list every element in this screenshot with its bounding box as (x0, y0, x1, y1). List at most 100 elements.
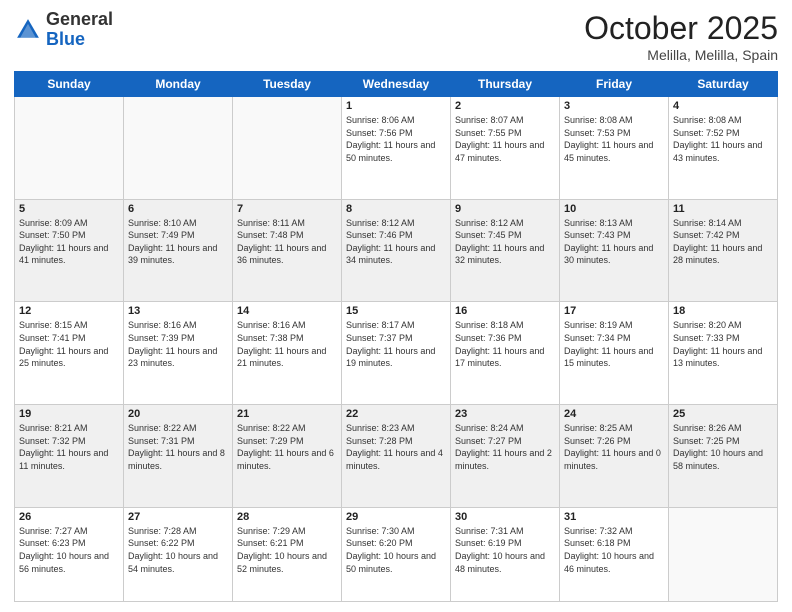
day-number: 2 (455, 100, 555, 112)
table-row: 2 Sunrise: 8:07 AM Sunset: 7:55 PM Daylig… (451, 97, 560, 200)
day-number: 3 (564, 100, 664, 112)
col-saturday: Saturday (669, 72, 778, 97)
calendar-week-row: 5 Sunrise: 8:09 AM Sunset: 7:50 PM Daylig… (15, 199, 778, 302)
logo-blue: Blue (46, 29, 85, 49)
cell-info: Sunrise: 7:28 AM Sunset: 6:22 PM Dayligh… (128, 525, 228, 575)
cell-info: Sunrise: 8:19 AM Sunset: 7:34 PM Dayligh… (564, 319, 664, 369)
day-number: 26 (19, 511, 119, 523)
table-row: 5 Sunrise: 8:09 AM Sunset: 7:50 PM Daylig… (15, 199, 124, 302)
day-number: 11 (673, 203, 773, 215)
day-number: 7 (237, 203, 337, 215)
day-number: 6 (128, 203, 228, 215)
cell-info: Sunrise: 8:20 AM Sunset: 7:33 PM Dayligh… (673, 319, 773, 369)
logo-icon (14, 16, 42, 44)
day-number: 28 (237, 511, 337, 523)
location: Melilla, Melilla, Spain (584, 47, 778, 63)
cell-info: Sunrise: 8:10 AM Sunset: 7:49 PM Dayligh… (128, 217, 228, 267)
day-number: 1 (346, 100, 446, 112)
col-sunday: Sunday (15, 72, 124, 97)
day-number: 30 (455, 511, 555, 523)
day-number: 15 (346, 305, 446, 317)
cell-info: Sunrise: 8:08 AM Sunset: 7:53 PM Dayligh… (564, 114, 664, 164)
day-number: 18 (673, 305, 773, 317)
day-number: 4 (673, 100, 773, 112)
col-monday: Monday (124, 72, 233, 97)
cell-info: Sunrise: 8:08 AM Sunset: 7:52 PM Dayligh… (673, 114, 773, 164)
cell-info: Sunrise: 8:12 AM Sunset: 7:45 PM Dayligh… (455, 217, 555, 267)
table-row: 1 Sunrise: 8:06 AM Sunset: 7:56 PM Daylig… (342, 97, 451, 200)
table-row: 4 Sunrise: 8:08 AM Sunset: 7:52 PM Daylig… (669, 97, 778, 200)
table-row: 8Sunrise: 8:12 AM Sunset: 7:46 PM Daylig… (342, 199, 451, 302)
table-row: 12Sunrise: 8:15 AM Sunset: 7:41 PM Dayli… (15, 302, 124, 405)
table-row: 29 Sunrise: 7:30 AM Sunset: 6:20 PM Dayli… (342, 507, 451, 601)
table-row: 6 Sunrise: 8:10 AM Sunset: 7:49 PM Daylig… (124, 199, 233, 302)
calendar-week-row: 12Sunrise: 8:15 AM Sunset: 7:41 PM Dayli… (15, 302, 778, 405)
cell-info: Sunrise: 8:07 AM Sunset: 7:55 PM Dayligh… (455, 114, 555, 164)
table-row: 30 Sunrise: 7:31 AM Sunset: 6:19 PM Dayli… (451, 507, 560, 601)
table-row: 10 Sunrise: 8:13 AM Sunset: 7:43 PM Dayli… (560, 199, 669, 302)
table-row: 13 Sunrise: 8:16 AM Sunset: 7:39 PM Dayli… (124, 302, 233, 405)
table-row: 16Sunrise: 8:18 AM Sunset: 7:36 PM Dayli… (451, 302, 560, 405)
month-title: October 2025 (584, 10, 778, 47)
title-block: October 2025 Melilla, Melilla, Spain (584, 10, 778, 63)
cell-info: Sunrise: 8:22 AM Sunset: 7:29 PM Dayligh… (237, 422, 337, 472)
cell-info: Sunrise: 8:09 AM Sunset: 7:50 PM Dayligh… (19, 217, 119, 267)
table-row: 15 Sunrise: 8:17 AM Sunset: 7:37 PM Dayli… (342, 302, 451, 405)
table-row: 20 Sunrise: 8:22 AM Sunset: 7:31 PM Dayli… (124, 405, 233, 508)
header: General Blue October 2025 Melilla, Melil… (14, 10, 778, 63)
col-friday: Friday (560, 72, 669, 97)
logo-general: General (46, 9, 113, 29)
cell-info: Sunrise: 8:11 AM Sunset: 7:48 PM Dayligh… (237, 217, 337, 267)
day-number: 5 (19, 203, 119, 215)
cell-info: Sunrise: 8:24 AM Sunset: 7:27 PM Dayligh… (455, 422, 555, 472)
cell-info: Sunrise: 8:14 AM Sunset: 7:42 PM Dayligh… (673, 217, 773, 267)
table-row (124, 97, 233, 200)
calendar-week-row: 19 Sunrise: 8:21 AM Sunset: 7:32 PM Dayli… (15, 405, 778, 508)
cell-info: Sunrise: 7:31 AM Sunset: 6:19 PM Dayligh… (455, 525, 555, 575)
day-number: 22 (346, 408, 446, 420)
table-row: 3 Sunrise: 8:08 AM Sunset: 7:53 PM Daylig… (560, 97, 669, 200)
cell-info: Sunrise: 7:27 AM Sunset: 6:23 PM Dayligh… (19, 525, 119, 575)
calendar-week-row: 26 Sunrise: 7:27 AM Sunset: 6:23 PM Dayli… (15, 507, 778, 601)
calendar-week-row: 1 Sunrise: 8:06 AM Sunset: 7:56 PM Daylig… (15, 97, 778, 200)
cell-info: Sunrise: 8:17 AM Sunset: 7:37 PM Dayligh… (346, 319, 446, 369)
cell-info: Sunrise: 8:22 AM Sunset: 7:31 PM Dayligh… (128, 422, 228, 472)
day-number: 13 (128, 305, 228, 317)
cell-info: Sunrise: 8:06 AM Sunset: 7:56 PM Dayligh… (346, 114, 446, 164)
table-row: 22 Sunrise: 8:23 AM Sunset: 7:28 PM Dayli… (342, 405, 451, 508)
table-row: 9 Sunrise: 8:12 AM Sunset: 7:45 PM Daylig… (451, 199, 560, 302)
cell-info: Sunrise: 8:13 AM Sunset: 7:43 PM Dayligh… (564, 217, 664, 267)
day-number: 19 (19, 408, 119, 420)
cell-info: Sunrise: 8:23 AM Sunset: 7:28 PM Dayligh… (346, 422, 446, 472)
col-thursday: Thursday (451, 72, 560, 97)
day-number: 9 (455, 203, 555, 215)
col-wednesday: Wednesday (342, 72, 451, 97)
day-number: 14 (237, 305, 337, 317)
table-row: 26 Sunrise: 7:27 AM Sunset: 6:23 PM Dayli… (15, 507, 124, 601)
calendar-header-row: Sunday Monday Tuesday Wednesday Thursday… (15, 72, 778, 97)
day-number: 27 (128, 511, 228, 523)
logo-text: General Blue (46, 10, 113, 50)
table-row: 24Sunrise: 8:25 AM Sunset: 7:26 PM Dayli… (560, 405, 669, 508)
cell-info: Sunrise: 8:15 AM Sunset: 7:41 PM Dayligh… (19, 319, 119, 369)
cell-info: Sunrise: 8:16 AM Sunset: 7:39 PM Dayligh… (128, 319, 228, 369)
cell-info: Sunrise: 8:12 AM Sunset: 7:46 PM Dayligh… (346, 217, 446, 267)
cell-info: Sunrise: 8:26 AM Sunset: 7:25 PM Dayligh… (673, 422, 773, 472)
day-number: 25 (673, 408, 773, 420)
day-number: 23 (455, 408, 555, 420)
cell-info: Sunrise: 7:32 AM Sunset: 6:18 PM Dayligh… (564, 525, 664, 575)
cell-info: Sunrise: 7:30 AM Sunset: 6:20 PM Dayligh… (346, 525, 446, 575)
cell-info: Sunrise: 8:21 AM Sunset: 7:32 PM Dayligh… (19, 422, 119, 472)
page: General Blue October 2025 Melilla, Melil… (0, 0, 792, 612)
table-row: 14Sunrise: 8:16 AM Sunset: 7:38 PM Dayli… (233, 302, 342, 405)
day-number: 31 (564, 511, 664, 523)
table-row (669, 507, 778, 601)
table-row: 11 Sunrise: 8:14 AM Sunset: 7:42 PM Dayli… (669, 199, 778, 302)
table-row: 18 Sunrise: 8:20 AM Sunset: 7:33 PM Dayli… (669, 302, 778, 405)
calendar-table: Sunday Monday Tuesday Wednesday Thursday… (14, 71, 778, 602)
table-row: 23 Sunrise: 8:24 AM Sunset: 7:27 PM Dayli… (451, 405, 560, 508)
cell-info: Sunrise: 7:29 AM Sunset: 6:21 PM Dayligh… (237, 525, 337, 575)
day-number: 29 (346, 511, 446, 523)
day-number: 10 (564, 203, 664, 215)
day-number: 20 (128, 408, 228, 420)
